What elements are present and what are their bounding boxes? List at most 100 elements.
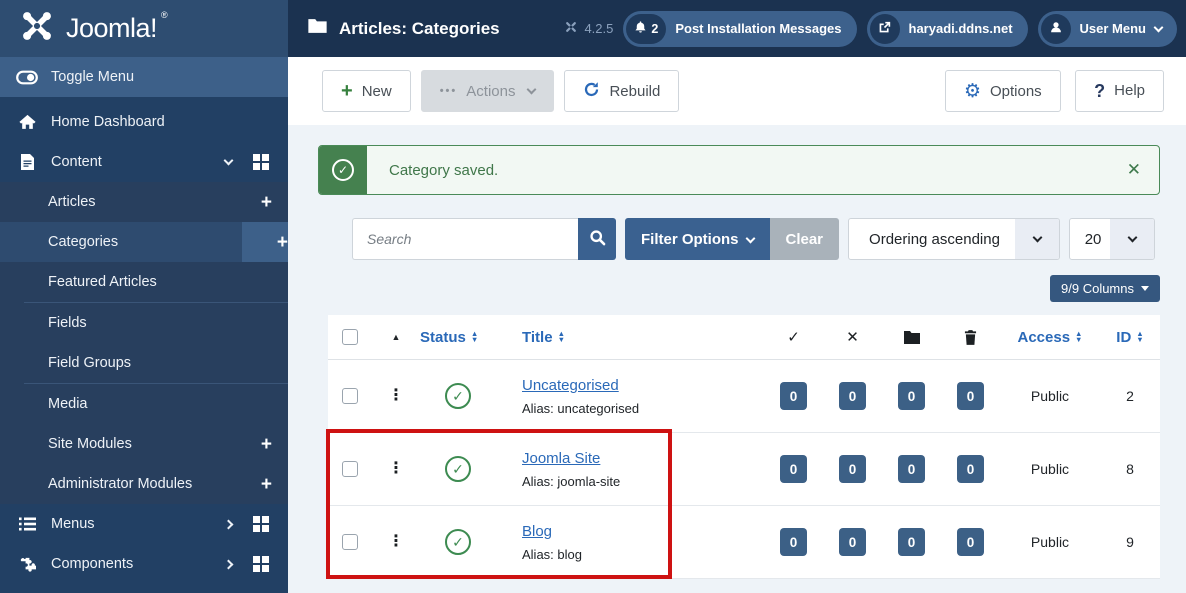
category-title-link[interactable]: Blog [522, 523, 552, 540]
title-column-header[interactable]: Title ▲ ▼ [496, 329, 764, 346]
main-content: + New ••• Actions Rebuild ⚙ Options ? He… [288, 57, 1186, 593]
messages-count-badge: 2 [651, 21, 659, 36]
sort-icon: ▲ ▼ [1075, 328, 1083, 344]
registered-mark: ® [161, 10, 168, 20]
joomla-logo[interactable]: Joomla! ® [0, 0, 288, 57]
category-title-link[interactable]: Joomla Site [522, 450, 600, 467]
grid-icon[interactable] [250, 154, 272, 170]
gear-icon: ⚙ [963, 80, 981, 102]
user-menu-button[interactable]: User Menu [1037, 10, 1177, 47]
site-preview-button[interactable]: haryadi.ddns.net [866, 10, 1028, 47]
unpublished-count-badge[interactable]: 0 [839, 455, 866, 483]
status-published-icon[interactable]: ✓ [445, 529, 471, 555]
row-checkbox[interactable] [342, 388, 358, 404]
administrator-modules-label: Administrator Modules [48, 476, 193, 492]
archived-column-icon[interactable] [882, 330, 941, 344]
columns-toggle-button[interactable]: 9/9 Columns [1050, 275, 1160, 302]
sort-icon: ▲ ▼ [470, 328, 479, 344]
add-site-module-icon[interactable]: + [261, 435, 272, 454]
rebuild-button[interactable]: Rebuild [564, 70, 680, 112]
filter-options-button[interactable]: Filter Options [625, 218, 770, 260]
caret-down-icon [1141, 286, 1149, 291]
trashed-count-badge[interactable]: 0 [957, 455, 984, 483]
options-button[interactable]: ⚙ Options [944, 70, 1061, 113]
status-column-header[interactable]: Status ▲ ▼ [420, 329, 496, 346]
joomla-version-icon [564, 20, 578, 37]
sidebar-item-featured-articles[interactable]: Featured Articles [0, 262, 288, 302]
unpublished-count-badge[interactable]: 0 [839, 528, 866, 556]
sidebar-item-administrator-modules[interactable]: Administrator Modules + [0, 464, 288, 504]
sidebar-item-content[interactable]: Content [0, 142, 288, 182]
row-checkbox[interactable] [342, 534, 358, 550]
grid-icon[interactable] [250, 556, 272, 572]
sidebar: Toggle Menu Home Dashboard Content Artic… [0, 57, 288, 593]
check-circle-icon: ✓ [332, 159, 354, 181]
search-icon [589, 229, 606, 249]
archived-count-badge[interactable]: 0 [898, 528, 925, 556]
options-button-label: Options [989, 82, 1042, 100]
alert-message: Category saved. [389, 161, 499, 179]
clear-button[interactable]: Clear [769, 218, 840, 260]
row-checkbox[interactable] [342, 461, 358, 477]
ordering-column-header[interactable]: ▲ [372, 332, 420, 342]
id-column-header[interactable]: ID ▲ ▼ [1100, 329, 1160, 346]
category-id: 2 [1126, 388, 1134, 404]
site-link-label: haryadi.ddns.net [908, 21, 1013, 36]
sidebar-item-menus[interactable]: Menus [0, 504, 288, 544]
add-admin-module-icon[interactable]: + [261, 475, 272, 494]
help-button[interactable]: ? Help [1075, 69, 1164, 112]
puzzle-icon [16, 556, 38, 573]
unpublished-column-icon[interactable]: ✕ [823, 328, 882, 346]
actions-button[interactable]: ••• Actions [420, 70, 555, 112]
ordering-select[interactable]: Ordering ascending [848, 218, 1061, 260]
sort-icon: ▲ ▼ [1136, 328, 1144, 344]
archived-count-badge[interactable]: 0 [898, 382, 925, 410]
published-count-badge[interactable]: 0 [780, 455, 807, 483]
media-label: Media [48, 396, 88, 412]
unpublished-count-badge[interactable]: 0 [839, 382, 866, 410]
published-column-icon[interactable]: ✓ [764, 328, 823, 346]
select-all-checkbox[interactable] [342, 329, 358, 345]
row-drag-handle[interactable]: ⋮ [372, 461, 420, 477]
sidebar-item-categories[interactable]: Categories + [0, 222, 288, 262]
grid-icon[interactable] [250, 516, 272, 532]
post-installation-messages-button[interactable]: 2 Post Installation Messages [623, 10, 857, 47]
search-input[interactable] [352, 218, 578, 260]
list-limit-select[interactable]: 20 [1069, 218, 1156, 260]
published-count-badge[interactable]: 0 [780, 528, 807, 556]
access-column-header[interactable]: Access ▲ ▼ [1000, 329, 1100, 346]
external-link-icon [878, 21, 891, 37]
sidebar-item-articles[interactable]: Articles + [0, 182, 288, 222]
close-icon[interactable]: ✕ [1127, 160, 1141, 180]
sidebar-item-media[interactable]: Media [0, 384, 288, 424]
refresh-icon [583, 81, 600, 102]
sidebar-item-field-groups[interactable]: Field Groups [0, 343, 288, 383]
new-button[interactable]: + New [322, 70, 411, 112]
trashed-count-badge[interactable]: 0 [957, 528, 984, 556]
joomla-logo-icon [20, 9, 54, 48]
chevron-right-icon [223, 519, 234, 529]
columns-label: 9/9 Columns [1061, 281, 1134, 296]
sidebar-item-components[interactable]: Components [0, 544, 288, 584]
toggle-menu-button[interactable]: Toggle Menu [0, 57, 288, 97]
filter-options-label: Filter Options [641, 230, 739, 248]
trashed-count-badge[interactable]: 0 [957, 382, 984, 410]
add-article-icon[interactable]: + [261, 193, 272, 212]
archived-count-badge[interactable]: 0 [898, 455, 925, 483]
status-published-icon[interactable]: ✓ [445, 456, 471, 482]
row-drag-handle[interactable]: ⋮ [372, 388, 420, 404]
chevron-right-icon [223, 559, 234, 569]
page-title: Articles: Categories [339, 18, 500, 38]
add-category-button[interactable]: + [242, 222, 288, 262]
fields-label: Fields [48, 315, 87, 331]
category-title-link[interactable]: Uncategorised [522, 377, 619, 394]
add-category-icon: + [276, 231, 288, 253]
search-button[interactable] [578, 218, 616, 260]
sidebar-item-home-dashboard[interactable]: Home Dashboard [0, 102, 288, 142]
trashed-column-icon[interactable] [941, 329, 1000, 345]
sidebar-item-fields[interactable]: Fields [0, 303, 288, 343]
published-count-badge[interactable]: 0 [780, 382, 807, 410]
sidebar-item-site-modules[interactable]: Site Modules + [0, 424, 288, 464]
status-published-icon[interactable]: ✓ [445, 383, 471, 409]
row-drag-handle[interactable]: ⋮ [372, 534, 420, 550]
